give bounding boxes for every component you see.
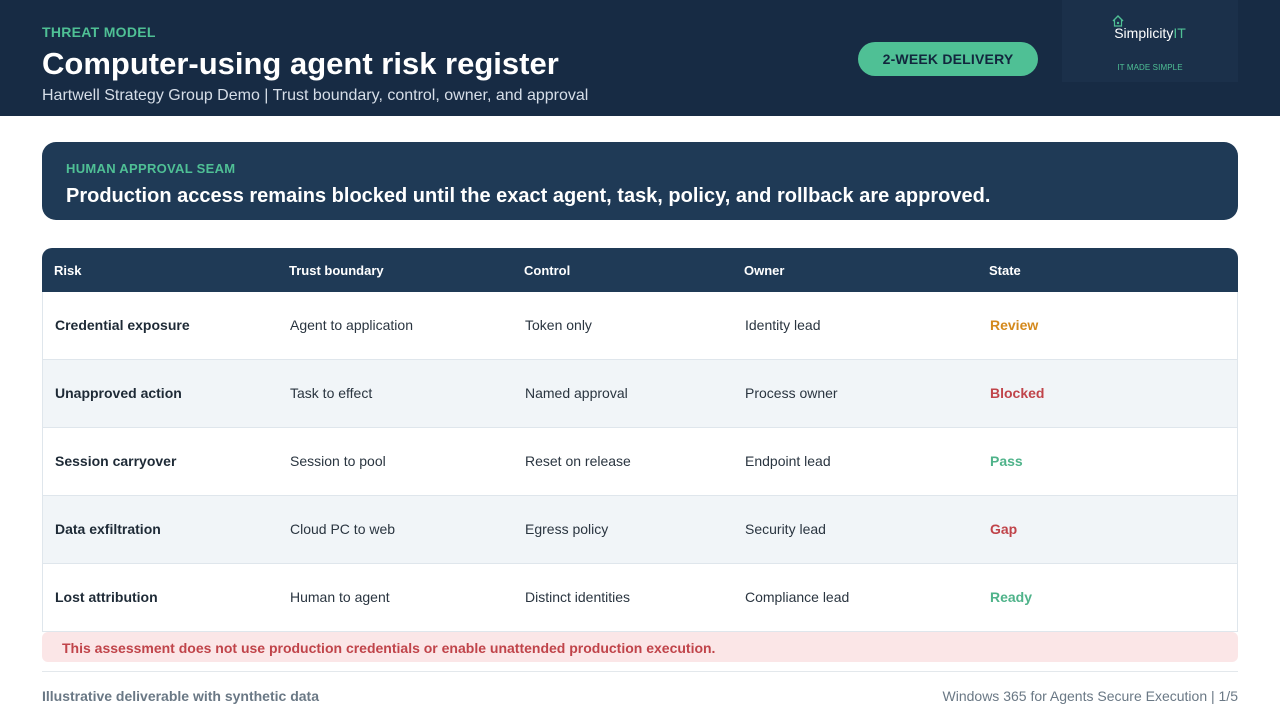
logo-name: SimplicityIT xyxy=(1114,25,1186,41)
eyebrow-label: THREAT MODEL xyxy=(42,24,156,40)
banner-label: HUMAN APPROVAL SEAM xyxy=(66,161,236,176)
control-cell: Egress policy xyxy=(525,521,609,537)
state-cell: Gap xyxy=(990,521,1018,537)
page-subtitle: Hartwell Strategy Group Demo | Trust bou… xyxy=(42,87,589,104)
risk-cell: Credential exposure xyxy=(55,317,190,333)
column-header-owner: Owner xyxy=(744,263,785,278)
boundary-cell: Agent to application xyxy=(290,317,413,333)
owner-cell: Process owner xyxy=(745,385,838,401)
table-header: Risk Trust boundary Control Owner State xyxy=(42,248,1238,292)
delivery-badge: 2-WEEK DELIVERY xyxy=(858,42,1038,76)
control-cell: Distinct identities xyxy=(525,589,631,605)
table-row: Data exfiltration Cloud PC to web Egress… xyxy=(42,496,1238,564)
logo-tagline: IT MADE SIMPLE xyxy=(1117,63,1183,72)
control-cell: Token only xyxy=(525,317,592,333)
table-row: Session carryover Session to pool Reset … xyxy=(42,428,1238,496)
header: THREAT MODEL Computer-using agent risk r… xyxy=(0,0,1280,116)
boundary-cell: Task to effect xyxy=(290,385,373,401)
logo: SimplicityIT IT MADE SIMPLE xyxy=(1062,0,1238,82)
owner-cell: Compliance lead xyxy=(745,589,850,605)
column-header-trust-boundary: Trust boundary xyxy=(289,263,384,278)
owner-cell: Identity lead xyxy=(745,317,821,333)
state-cell: Blocked xyxy=(990,385,1045,401)
state-cell: Pass xyxy=(990,453,1023,469)
warning-notice: This assessment does not use production … xyxy=(42,632,1238,662)
control-cell: Reset on release xyxy=(525,453,631,469)
footer-page-info: Windows 365 for Agents Secure Execution … xyxy=(942,688,1238,704)
column-header-state: State xyxy=(989,263,1021,278)
banner-text: Production access remains blocked until … xyxy=(66,185,991,207)
risk-cell: Lost attribution xyxy=(55,589,158,605)
table-row: Credential exposure Agent to application… xyxy=(42,292,1238,360)
owner-cell: Endpoint lead xyxy=(745,453,831,469)
owner-cell: Security lead xyxy=(745,521,826,537)
risk-cell: Unapproved action xyxy=(55,385,182,401)
boundary-cell: Session to pool xyxy=(290,453,386,469)
footer-note: Illustrative deliverable with synthetic … xyxy=(42,688,319,704)
boundary-cell: Cloud PC to web xyxy=(290,521,396,537)
risk-cell: Session carryover xyxy=(55,453,177,469)
state-cell: Review xyxy=(990,317,1039,333)
footer-divider xyxy=(42,671,1238,672)
risk-table: Risk Trust boundary Control Owner State … xyxy=(42,248,1238,632)
table-row: Unapproved action Task to effect Named a… xyxy=(42,360,1238,428)
page-title: Computer-using agent risk register xyxy=(42,46,559,81)
column-header-control: Control xyxy=(524,263,571,278)
approval-banner: HUMAN APPROVAL SEAM Production access re… xyxy=(42,142,1238,220)
notice-text: This assessment does not use production … xyxy=(62,640,716,656)
boundary-cell: Human to agent xyxy=(290,589,390,605)
table-row: Lost attribution Human to agent Distinct… xyxy=(42,564,1238,632)
risk-cell: Data exfiltration xyxy=(55,521,161,537)
column-header-risk: Risk xyxy=(54,263,82,278)
control-cell: Named approval xyxy=(525,385,628,401)
state-cell: Ready xyxy=(990,589,1033,605)
